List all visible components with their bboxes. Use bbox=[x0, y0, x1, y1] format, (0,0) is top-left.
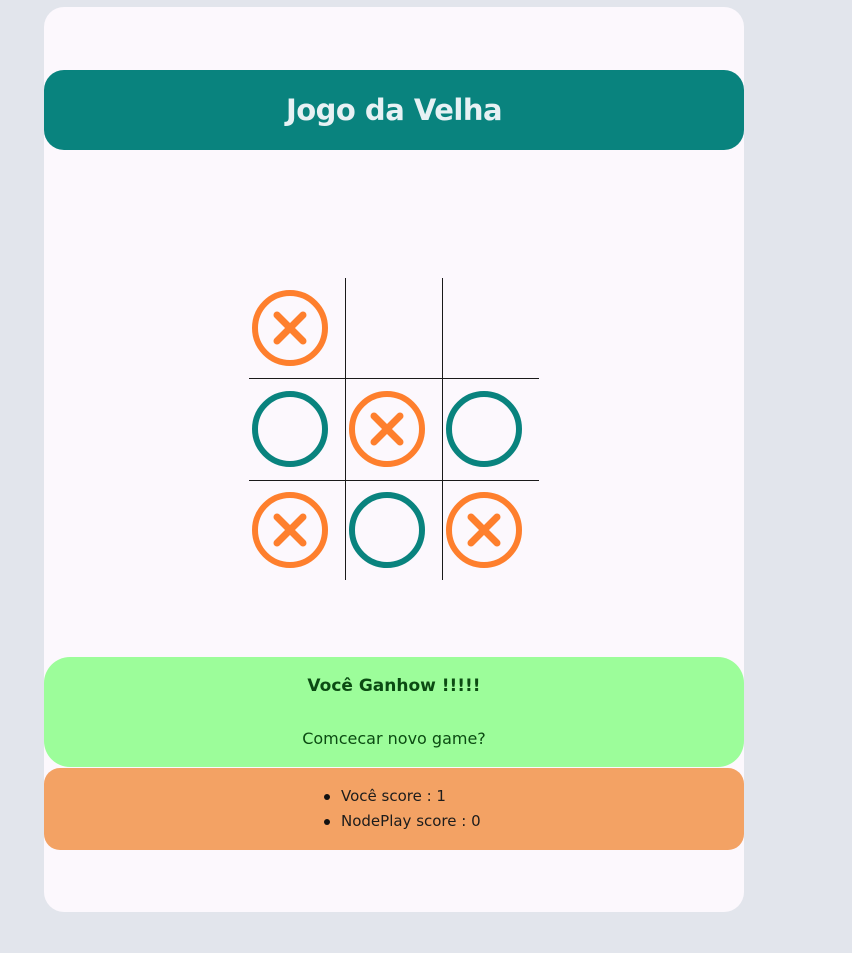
restart-game-link[interactable]: Comcecar novo game? bbox=[44, 729, 744, 748]
o-mark-icon bbox=[252, 391, 328, 467]
board-cell-7[interactable] bbox=[249, 480, 345, 580]
board-cell-1[interactable] bbox=[249, 278, 345, 378]
page-title: Jogo da Velha bbox=[285, 93, 503, 127]
board-cell-9[interactable] bbox=[443, 480, 539, 580]
nodeplay-score: NodePlay score : 0 bbox=[324, 811, 481, 836]
x-mark-icon bbox=[252, 290, 328, 366]
board-cell-3[interactable] bbox=[443, 278, 539, 378]
x-mark-icon bbox=[446, 492, 522, 568]
board-cell-8[interactable] bbox=[346, 480, 442, 580]
tic-tac-toe-board bbox=[249, 278, 539, 580]
board-cell-6[interactable] bbox=[443, 379, 539, 479]
x-mark-icon bbox=[252, 492, 328, 568]
header-bar: Jogo da Velha bbox=[44, 70, 744, 150]
player-score: Você score : 1 bbox=[324, 786, 481, 811]
o-mark-icon bbox=[446, 391, 522, 467]
board-cell-4[interactable] bbox=[249, 379, 345, 479]
x-mark-icon bbox=[349, 391, 425, 467]
board-cell-5[interactable] bbox=[346, 379, 442, 479]
board-cell-2[interactable] bbox=[346, 278, 442, 378]
o-mark-icon bbox=[349, 492, 425, 568]
result-panel: Você Ganhow !!!!! Comcecar novo game? bbox=[44, 657, 744, 767]
game-card: Jogo da Velha Você Ganhow !!!!! Comcecar… bbox=[44, 7, 744, 912]
score-list: Você score : 1 NodePlay score : 0 bbox=[324, 786, 481, 836]
win-message: Você Ganhow !!!!! bbox=[307, 676, 481, 696]
score-panel: Você score : 1 NodePlay score : 0 bbox=[44, 768, 744, 850]
